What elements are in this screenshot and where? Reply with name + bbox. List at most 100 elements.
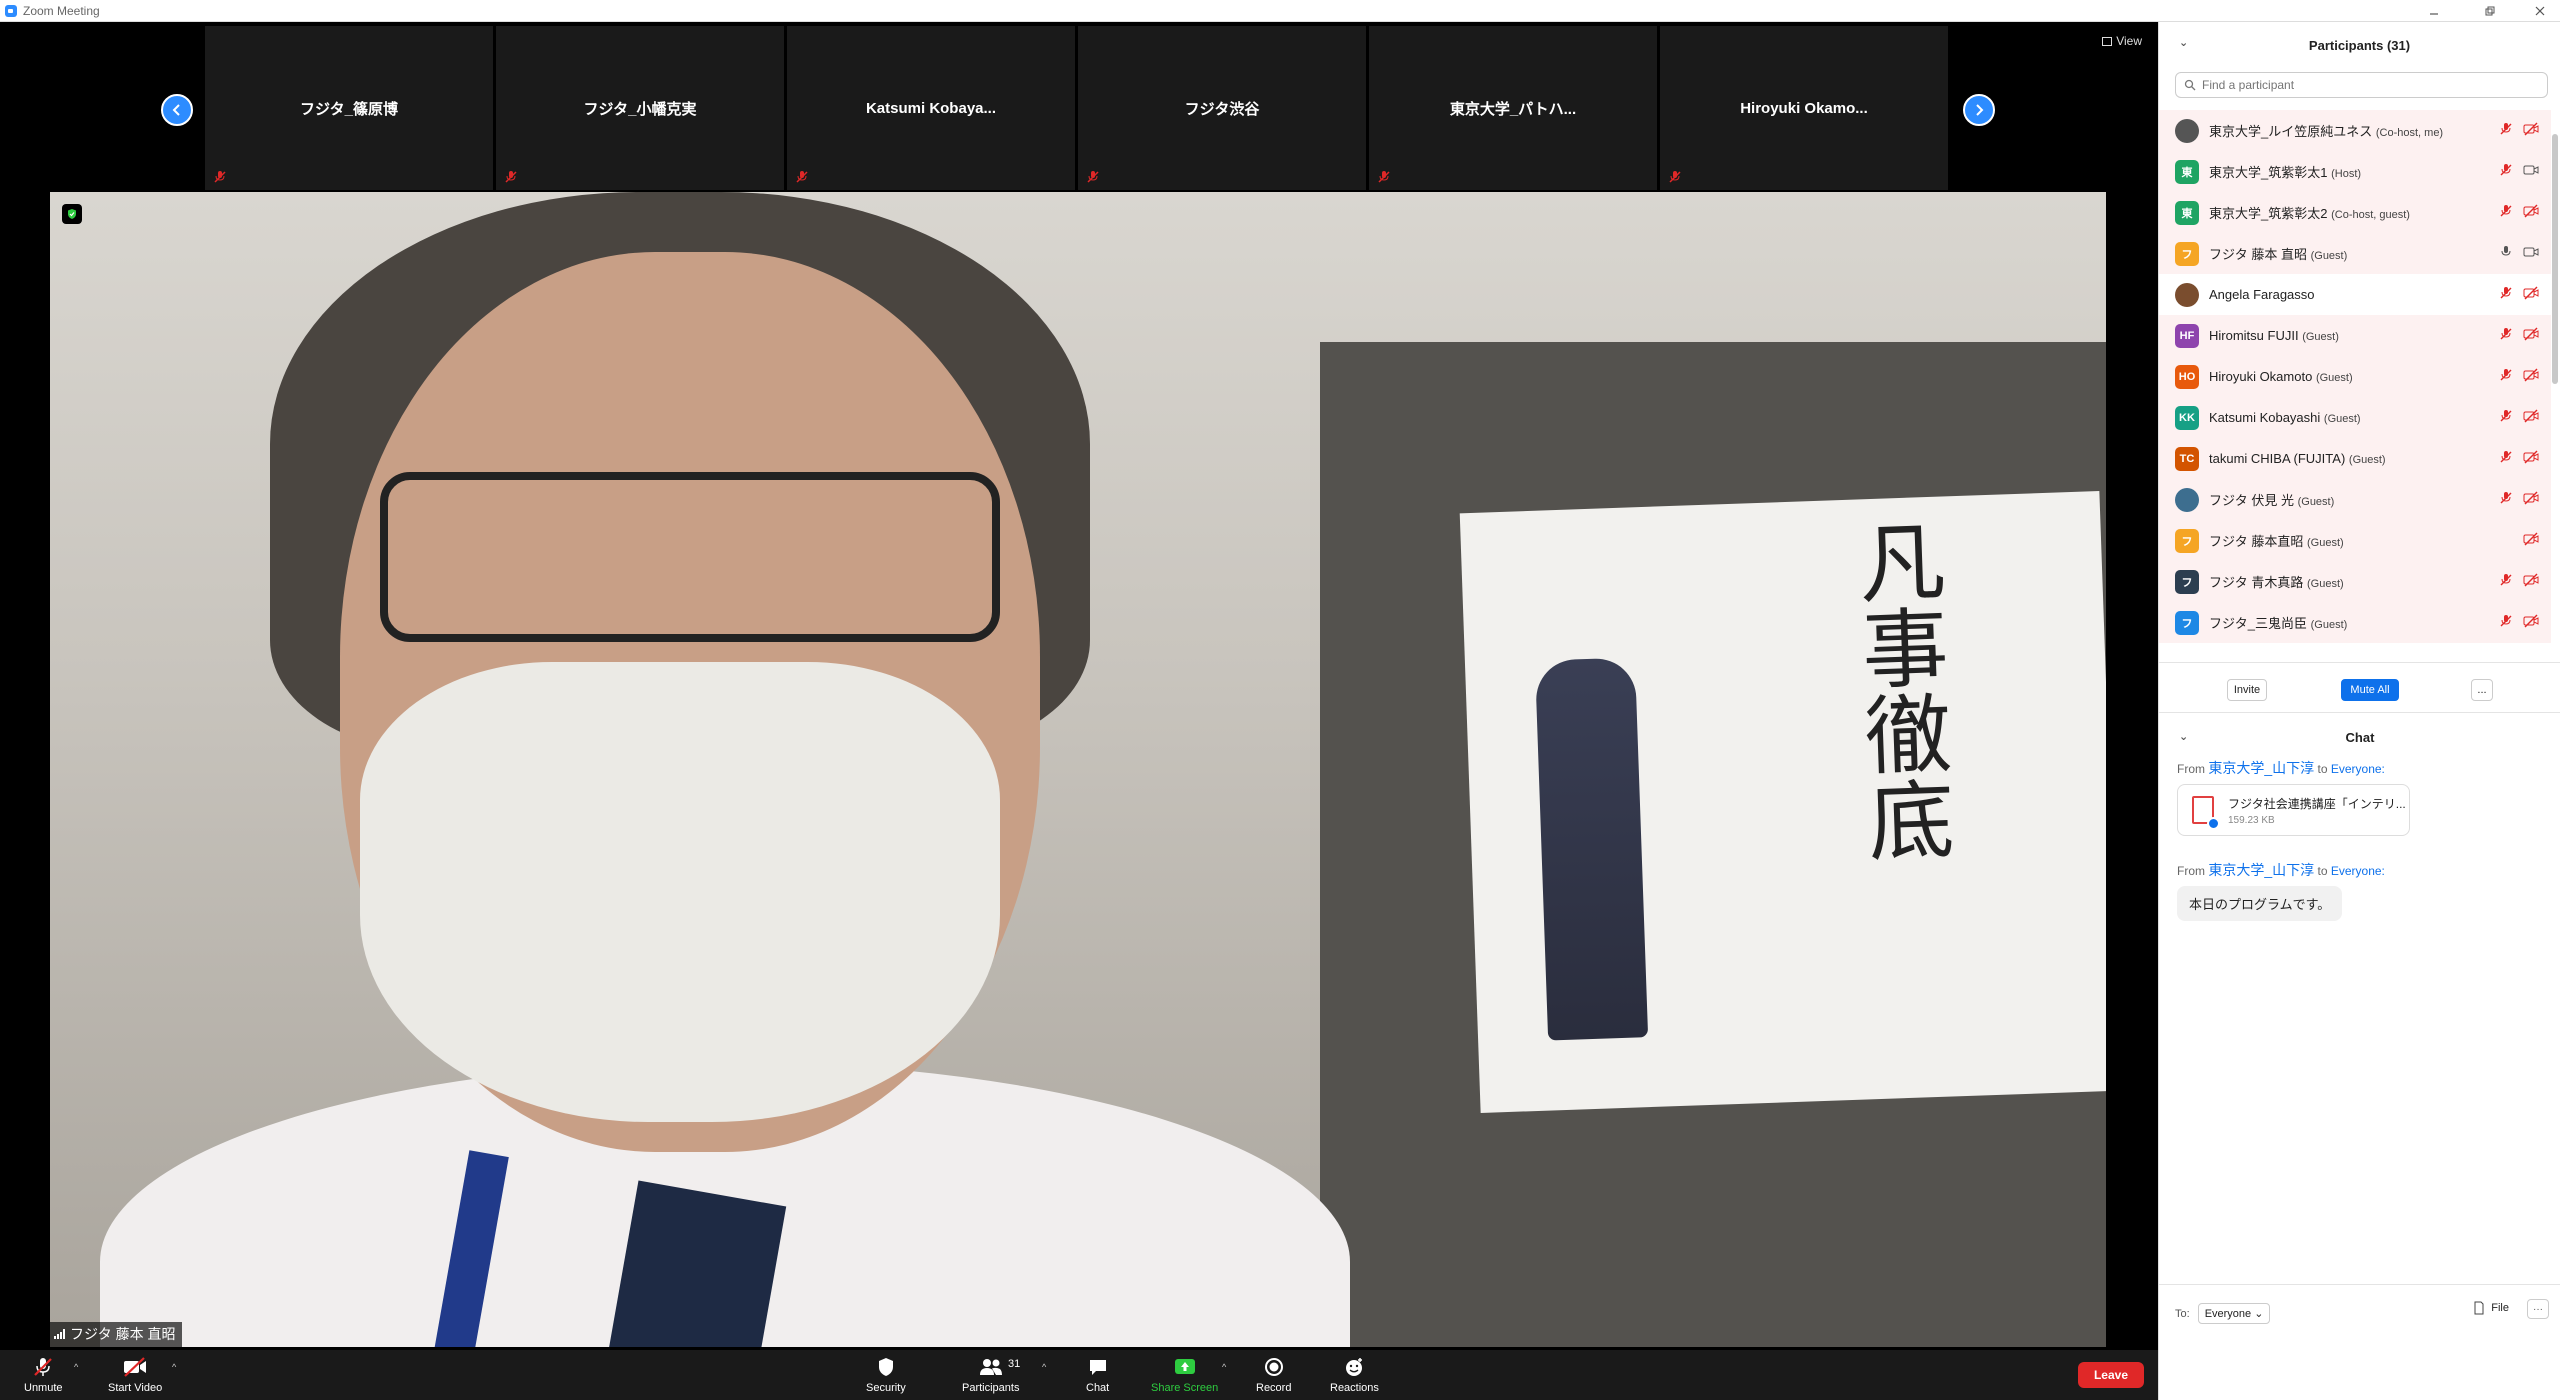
chat-sender[interactable]: 東京大学_山下淳 bbox=[2208, 760, 2314, 776]
mic-muted-icon[interactable] bbox=[2499, 450, 2513, 464]
next-page-button[interactable] bbox=[1963, 94, 1995, 126]
mic-muted-icon bbox=[796, 171, 808, 183]
participant-row[interactable]: フフジタ_三鬼尚臣 (Guest) bbox=[2159, 602, 2551, 643]
recipient-select[interactable]: Everyone ⌄ bbox=[2197, 1303, 2271, 1324]
video-off-icon[interactable] bbox=[2523, 368, 2539, 382]
chat-message-header: From 東京大学_山下淳 to Everyone: bbox=[2177, 862, 2385, 878]
reactions-button[interactable]: Reactions bbox=[1330, 1350, 1379, 1400]
chat-sender[interactable]: 東京大学_山下淳 bbox=[2208, 862, 2314, 878]
minimize-icon[interactable] bbox=[2414, 0, 2454, 22]
video-tile[interactable]: フジタ_篠原博 bbox=[205, 26, 493, 190]
participant-row[interactable]: HO Hiroyuki Okamoto (Guest) bbox=[2159, 356, 2551, 397]
participants-options-caret[interactable]: ^ bbox=[1042, 1362, 1046, 1372]
participant-status-icons bbox=[2499, 573, 2539, 587]
mic-muted-icon[interactable] bbox=[2499, 286, 2513, 300]
search-input[interactable] bbox=[2202, 78, 2542, 92]
video-off-icon[interactable] bbox=[2523, 327, 2539, 341]
chat-more-button[interactable]: ··· bbox=[2527, 1299, 2549, 1319]
video-off-icon[interactable] bbox=[2523, 532, 2539, 546]
participant-search[interactable] bbox=[2175, 72, 2548, 98]
mic-icon[interactable] bbox=[2499, 245, 2513, 259]
video-off-icon[interactable] bbox=[2523, 450, 2539, 464]
participant-row[interactable]: 東京大学_ルイ笠原純ユネス (Co-host, me) bbox=[2159, 110, 2551, 151]
file-button[interactable]: File bbox=[2473, 1301, 2509, 1315]
chat-message-input[interactable] bbox=[2175, 1331, 2545, 1346]
mic-muted-icon bbox=[1669, 171, 1681, 183]
participant-row[interactable]: フジタ 伏見 光 (Guest) bbox=[2159, 479, 2551, 520]
participant-row[interactable]: 東東京大学_筑紫彰太2 (Co-host, guest) bbox=[2159, 192, 2551, 233]
video-tile[interactable]: Hiroyuki Okamo... bbox=[1660, 26, 1948, 190]
speaker-name: フジタ 藤本 直昭 bbox=[70, 1326, 176, 1342]
video-off-icon[interactable] bbox=[2523, 614, 2539, 628]
participant-row[interactable]: TC takumi CHIBA (FUJITA) (Guest) bbox=[2159, 438, 2551, 479]
mic-muted-icon[interactable] bbox=[2499, 163, 2513, 177]
participant-role: (Co-host, me) bbox=[2375, 127, 2444, 139]
mic-muted-icon[interactable] bbox=[2499, 573, 2513, 587]
leave-button[interactable]: Leave bbox=[2077, 1362, 2144, 1388]
participant-row[interactable]: フフジタ 藤本直昭 (Guest) bbox=[2159, 520, 2551, 561]
video-tile[interactable]: 東京大学_パトハ... bbox=[1369, 26, 1657, 190]
video-off-icon[interactable] bbox=[2523, 573, 2539, 587]
encryption-shield-icon[interactable] bbox=[62, 204, 82, 224]
pdf-file-icon bbox=[2192, 796, 2220, 830]
participant-row[interactable]: KK Katsumi Kobayashi (Guest) bbox=[2159, 397, 2551, 438]
mic-muted-icon[interactable] bbox=[2499, 491, 2513, 505]
audio-options-caret[interactable]: ^ bbox=[74, 1362, 78, 1372]
participant-status-icons bbox=[2499, 327, 2539, 341]
chat-button[interactable]: Chat bbox=[1086, 1350, 1109, 1400]
video-tile[interactable]: Katsumi Kobaya... bbox=[787, 26, 1075, 190]
participant-row[interactable]: フフジタ 青木真路 (Guest) bbox=[2159, 561, 2551, 602]
avatar: TC bbox=[2175, 446, 2199, 471]
restore-icon[interactable] bbox=[2470, 0, 2510, 22]
video-tile[interactable]: フジタ_小幡克実 bbox=[496, 26, 784, 190]
mic-muted-icon[interactable] bbox=[2499, 122, 2513, 136]
share-screen-button[interactable]: Share Screen bbox=[1151, 1350, 1218, 1400]
mic-muted-icon[interactable] bbox=[2499, 409, 2513, 423]
record-button[interactable]: Record bbox=[1256, 1350, 1291, 1400]
invite-button[interactable]: Invite bbox=[2227, 679, 2267, 701]
mic-muted-icon[interactable] bbox=[2499, 204, 2513, 218]
participant-row[interactable]: フフジタ 藤本 直昭 (Guest) bbox=[2159, 233, 2551, 274]
participant-role: (Guest) bbox=[2297, 496, 2335, 508]
collapse-chevron-icon[interactable]: ⌄ bbox=[2179, 36, 2188, 49]
unmute-button[interactable]: Unmute bbox=[24, 1350, 63, 1400]
participant-list: 東京大学_ルイ笠原純ユネス (Co-host, me) 東東京大学_筑紫彰太1 (… bbox=[2159, 110, 2551, 654]
video-icon[interactable] bbox=[2523, 245, 2539, 259]
participant-name: フジタ 藤本 直昭 (Guest) bbox=[2209, 247, 2348, 262]
close-icon[interactable] bbox=[2520, 0, 2560, 22]
video-icon[interactable] bbox=[2523, 163, 2539, 177]
active-speaker-video[interactable]: 凡事徹底 フジタ 藤本 直昭 bbox=[50, 192, 2106, 1347]
chat-file-attachment[interactable]: フジタ社会連携講座「インテリ... 159.23 KB bbox=[2177, 784, 2410, 836]
participant-row[interactable]: 東東京大学_筑紫彰太1 (Host) bbox=[2159, 151, 2551, 192]
video-off-icon[interactable] bbox=[2523, 122, 2539, 136]
start-video-button[interactable]: Start Video bbox=[108, 1350, 162, 1400]
participant-name: Hiroyuki Okamoto (Guest) bbox=[2209, 369, 2353, 384]
participant-actions: Invite Mute All ... bbox=[2159, 670, 2560, 710]
prev-page-button[interactable] bbox=[161, 94, 193, 126]
avatar: 東 bbox=[2175, 200, 2199, 225]
more-options-button[interactable]: ... bbox=[2471, 679, 2493, 701]
chat-bubble-icon bbox=[1089, 1360, 1106, 1375]
file-size: 159.23 KB bbox=[2228, 814, 2275, 826]
mute-all-button[interactable]: Mute All bbox=[2341, 679, 2399, 701]
video-tile[interactable]: フジタ渋谷 bbox=[1078, 26, 1366, 190]
participant-list-scrollbar[interactable] bbox=[2552, 134, 2558, 384]
mic-muted-icon[interactable] bbox=[2499, 327, 2513, 341]
video-off-icon[interactable] bbox=[2523, 409, 2539, 423]
participant-row[interactable]: Angela Faragasso bbox=[2159, 274, 2551, 315]
participant-row[interactable]: HF Hiromitsu FUJII (Guest) bbox=[2159, 315, 2551, 356]
gallery-strip: フジタ_篠原博 フジタ_小幡克実 Katsumi Kobaya... フジタ渋谷… bbox=[0, 26, 2158, 190]
video-options-caret[interactable]: ^ bbox=[172, 1362, 176, 1372]
security-button[interactable]: Security bbox=[866, 1350, 906, 1400]
mic-muted-icon[interactable] bbox=[2499, 614, 2513, 628]
video-off-icon[interactable] bbox=[2523, 286, 2539, 300]
tile-name: フジタ_篠原博 bbox=[299, 100, 399, 118]
collapse-chevron-icon[interactable]: ⌄ bbox=[2179, 730, 2188, 743]
video-off-icon[interactable] bbox=[2523, 204, 2539, 218]
signal-bars-icon bbox=[54, 1329, 65, 1339]
share-options-caret[interactable]: ^ bbox=[1222, 1362, 1226, 1372]
mic-muted-icon[interactable] bbox=[2499, 368, 2513, 382]
video-off-icon[interactable] bbox=[2523, 491, 2539, 505]
participant-status-icons bbox=[2499, 204, 2539, 218]
download-icon[interactable] bbox=[2207, 817, 2220, 830]
